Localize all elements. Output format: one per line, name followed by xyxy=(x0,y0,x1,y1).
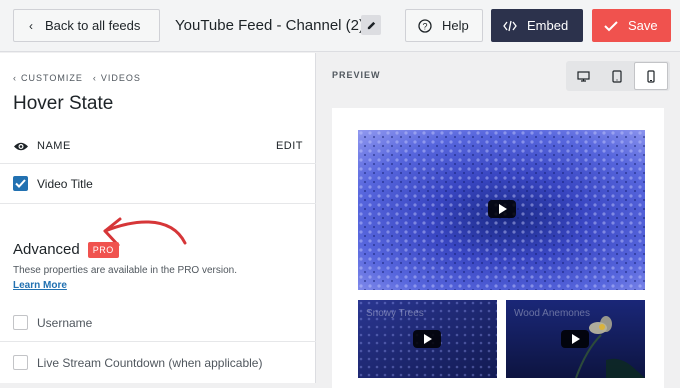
checkmark-icon xyxy=(604,20,618,32)
preview-pane: PREVIEW Snowy Trees Wood Anemones xyxy=(317,53,680,388)
edit-feed-name-button[interactable] xyxy=(361,15,381,35)
embed-label: Embed xyxy=(527,18,569,33)
mobile-view-button[interactable] xyxy=(634,62,668,90)
play-icon[interactable] xyxy=(561,330,589,348)
play-icon[interactable] xyxy=(488,200,516,218)
name-label: NAME xyxy=(37,140,71,152)
question-icon: ? xyxy=(418,18,432,33)
divider xyxy=(0,163,316,164)
username-option[interactable]: Username xyxy=(13,315,92,330)
divider xyxy=(0,341,316,342)
tablet-icon xyxy=(612,69,622,83)
desktop-icon xyxy=(576,70,590,82)
feed-title: YouTube Feed - Channel (2) xyxy=(175,17,365,34)
check-icon xyxy=(15,179,26,188)
chevron-left-icon: ‹ xyxy=(29,18,33,33)
device-switcher xyxy=(566,61,670,91)
advanced-description: These properties are available in the PR… xyxy=(13,265,238,276)
video-title-option[interactable]: Video Title xyxy=(13,176,93,191)
back-label: Back to all feeds xyxy=(45,18,141,33)
live-stream-countdown-label: Live Stream Countdown (when applicable) xyxy=(37,355,263,370)
code-icon xyxy=(503,20,517,32)
edit-name-link[interactable]: EDIT xyxy=(276,140,303,152)
learn-more-link[interactable]: Learn More xyxy=(13,280,67,291)
pencil-icon xyxy=(367,21,375,29)
video-title-label: Video Title xyxy=(37,176,93,191)
desktop-view-button[interactable] xyxy=(566,62,600,90)
chevron-left-icon: ‹ xyxy=(92,73,97,83)
embed-button[interactable]: Embed xyxy=(491,9,583,42)
thumbnail-title: Snowy Trees xyxy=(366,308,424,319)
chevron-left-icon: ‹ xyxy=(13,73,17,83)
video-title-checkbox[interactable] xyxy=(13,176,28,191)
video-thumbnail-1[interactable]: Snowy Trees xyxy=(358,300,497,378)
top-bar: ‹ Back to all feeds YouTube Feed - Chann… xyxy=(0,0,680,52)
help-label: Help xyxy=(442,18,469,33)
advanced-label: Advanced xyxy=(13,241,80,258)
username-checkbox[interactable] xyxy=(13,315,28,330)
tablet-view-button[interactable] xyxy=(600,62,634,90)
eye-icon xyxy=(13,141,29,152)
mobile-icon xyxy=(647,69,655,83)
play-icon[interactable] xyxy=(413,330,441,348)
youtube-feed-preview: Snowy Trees Wood Anemones xyxy=(332,108,664,388)
advanced-section-title: Advanced PRO xyxy=(13,241,119,258)
featured-video-thumbnail[interactable] xyxy=(358,130,645,290)
customizer-sidebar: ‹ CUSTOMIZE ‹ VIDEOS Hover State NAME EDIT… xyxy=(0,53,316,383)
pro-badge: PRO xyxy=(87,241,119,258)
live-stream-countdown-checkbox[interactable] xyxy=(13,355,28,370)
live-stream-countdown-option[interactable]: Live Stream Countdown (when applicable) xyxy=(13,355,262,370)
video-thumbnail-2[interactable]: Wood Anemones xyxy=(506,300,645,378)
preview-label: PREVIEW xyxy=(332,70,381,80)
breadcrumb: ‹ CUSTOMIZE ‹ VIDEOS xyxy=(13,73,141,83)
save-label: Save xyxy=(628,18,658,33)
thumbnail-title: Wood Anemones xyxy=(514,308,590,319)
panel-title: Hover State xyxy=(13,93,114,114)
breadcrumb-videos[interactable]: ‹ VIDEOS xyxy=(93,73,141,83)
svg-text:?: ? xyxy=(422,21,427,31)
username-label: Username xyxy=(37,315,93,330)
save-button[interactable]: Save xyxy=(592,9,671,42)
help-button[interactable]: ? Help xyxy=(405,9,483,42)
back-to-feeds-button[interactable]: ‹ Back to all feeds xyxy=(13,9,160,42)
name-section-row: NAME EDIT xyxy=(13,138,303,154)
breadcrumb-customize[interactable]: ‹ CUSTOMIZE xyxy=(13,73,83,83)
